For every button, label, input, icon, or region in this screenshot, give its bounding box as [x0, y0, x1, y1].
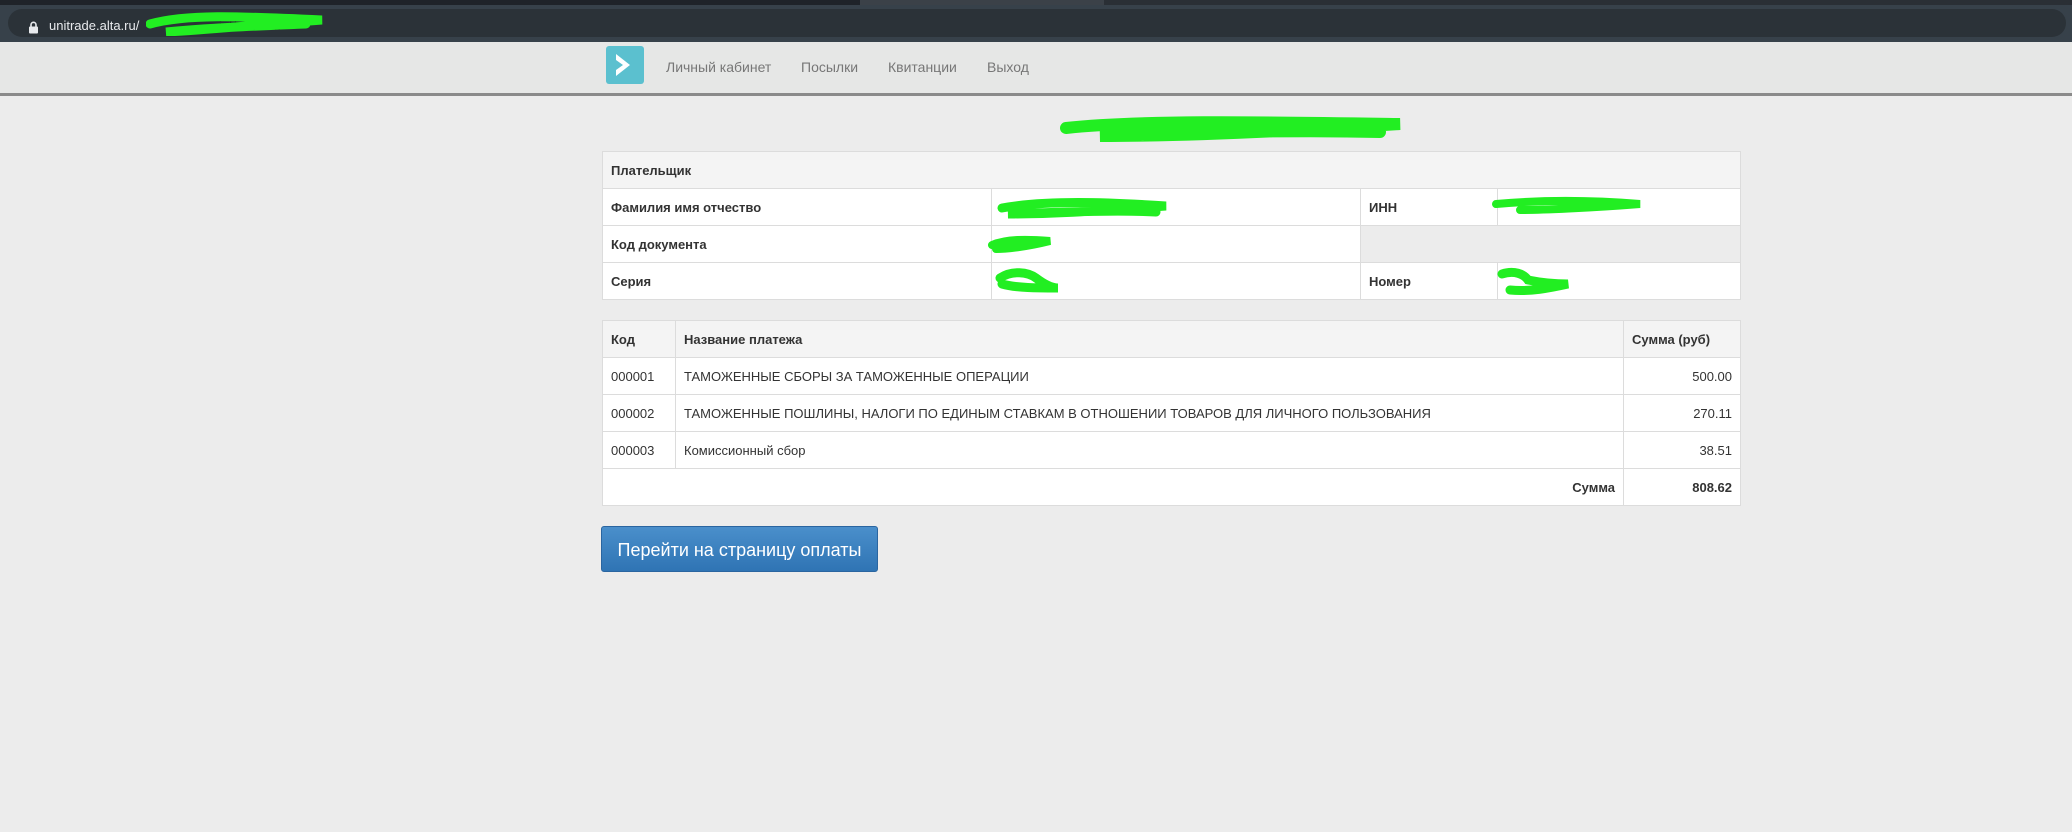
- nav-item-parcels[interactable]: Посылки: [801, 59, 858, 75]
- payment-name: ТАМОЖЕННЫЕ ПОШЛИНЫ, НАЛОГИ ПО ЕДИНЫМ СТА…: [675, 394, 1624, 432]
- number-label: Номер: [1360, 262, 1498, 300]
- doc-code-label: Код документа: [602, 225, 992, 263]
- column-header-name: Название платежа: [675, 320, 1624, 358]
- table-header-row: Код Название платежа Сумма (руб): [602, 320, 1741, 358]
- payment-code: 000002: [602, 394, 676, 432]
- nav-item-cabinet[interactable]: Личный кабинет: [666, 59, 771, 75]
- redaction-scribble: [146, 12, 323, 36]
- payment-code: 000001: [602, 357, 676, 395]
- empty-cell: [1359, 225, 1742, 263]
- payment-sum: 500.00: [1623, 357, 1741, 395]
- logo-icon[interactable]: [606, 46, 644, 84]
- redaction-scribble: [997, 198, 1167, 219]
- payments-table: Код Название платежа Сумма (руб) 000001 …: [602, 320, 1741, 506]
- url-field[interactable]: unitrade.alta.ru/ ...ipt/show/...: [8, 9, 2066, 37]
- go-to-payment-button[interactable]: Перейти на страницу оплаты: [601, 526, 878, 572]
- url-text: unitrade.alta.ru/: [49, 18, 140, 33]
- payment-name: Комиссионный сбор: [675, 431, 1624, 469]
- total-label: Сумма: [602, 468, 1624, 506]
- payment-sum: 38.51: [1623, 431, 1741, 469]
- redaction-scribble: [1497, 267, 1569, 295]
- nav-item-logout[interactable]: Выход: [987, 59, 1029, 75]
- payment-code: 000003: [602, 431, 676, 469]
- payment-sum: 270.11: [1623, 394, 1741, 432]
- total-value: 808.62: [1623, 468, 1741, 506]
- table-row: 000002 ТАМОЖЕННЫЕ ПОШЛИНЫ, НАЛОГИ ПО ЕДИ…: [602, 394, 1741, 432]
- table-total-row: Сумма 808.62: [602, 468, 1741, 506]
- table-row: Плательщик: [601, 151, 1742, 189]
- series-label: Серия: [602, 262, 992, 300]
- fio-label: Фамилия имя отчество: [602, 188, 992, 226]
- table-row: Код документа: [602, 225, 1742, 263]
- nav-item-receipts[interactable]: Квитанции: [888, 59, 957, 75]
- redaction-scribble: [988, 235, 1051, 253]
- redaction-scribble: [1060, 116, 1401, 142]
- payer-header: Плательщик: [601, 151, 1742, 189]
- redaction-scribble: [1492, 197, 1641, 214]
- payment-name: ТАМОЖЕННЫЕ СБОРЫ ЗА ТАМОЖЕННЫЕ ОПЕРАЦИИ: [675, 357, 1624, 395]
- column-header-code: Код: [602, 320, 676, 358]
- redaction-scribble: [995, 268, 1059, 293]
- table-row: 000001 ТАМОЖЕННЫЕ СБОРЫ ЗА ТАМОЖЕННЫЕ ОП…: [602, 357, 1741, 395]
- lock-icon[interactable]: [28, 21, 39, 34]
- column-header-sum: Сумма (руб): [1623, 320, 1741, 358]
- inn-label: ИНН: [1360, 188, 1498, 226]
- browser-address-bar: unitrade.alta.ru/ ...ipt/show/...: [0, 5, 2072, 42]
- table-row: 000003 Комиссионный сбор 38.51: [602, 431, 1741, 469]
- site-navbar: Личный кабинет Посылки Квитанции Выход: [0, 42, 2072, 96]
